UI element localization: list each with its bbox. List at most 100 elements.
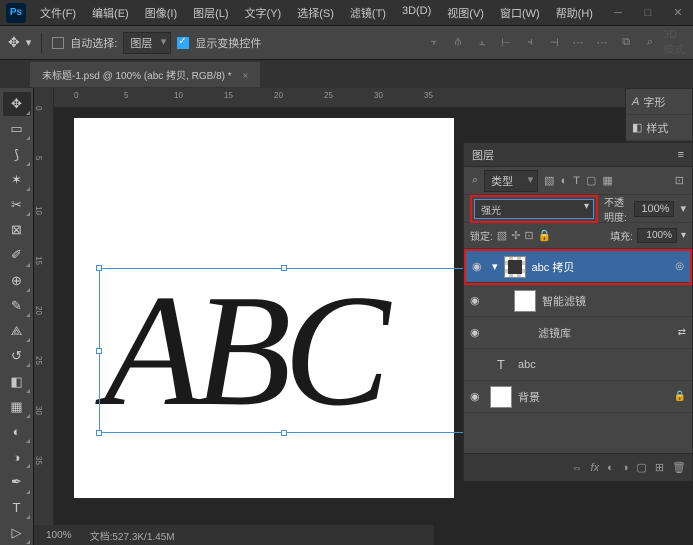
target-dropdown[interactable]: 图层 — [123, 32, 171, 54]
expand-icon[interactable]: ▾ — [492, 260, 498, 273]
show-transform-checkbox[interactable] — [177, 37, 189, 49]
styles-panel-tab[interactable]: ◧ 样式 — [626, 115, 692, 141]
layer-background[interactable]: ◉ 背景 🔒 — [464, 381, 692, 413]
lock-position-icon[interactable]: ✢ — [511, 229, 520, 242]
filter-shape-icon[interactable]: ▢ — [586, 174, 596, 187]
blur-tool[interactable]: ◐ — [3, 420, 31, 444]
close-button[interactable]: ✕ — [663, 0, 693, 26]
fill-dropdown-icon[interactable]: ▾ — [681, 230, 686, 241]
handle-n[interactable] — [281, 265, 287, 271]
layer-name[interactable]: abc 拷贝 — [532, 259, 575, 275]
menu-help[interactable]: 帮助(H) — [548, 5, 601, 21]
layer-thumbnail[interactable] — [490, 386, 512, 408]
zoom-level[interactable]: 100% — [46, 530, 72, 541]
more-icon[interactable]: ⋯ — [591, 32, 613, 54]
adjustment-layer-icon[interactable]: ◑ — [622, 462, 629, 474]
character-panel-tab[interactable]: A 字形 — [626, 89, 692, 115]
delete-layer-icon[interactable]: 🗑 — [672, 461, 686, 474]
search-icon[interactable]: ⌕ — [472, 174, 478, 187]
pen-tool[interactable]: ✒ — [3, 470, 31, 494]
menu-file[interactable]: 文件(F) — [32, 5, 84, 21]
maximize-button[interactable]: □ — [633, 0, 663, 26]
marquee-tool[interactable]: ▭ — [3, 117, 31, 141]
menu-image[interactable]: 图像(I) — [137, 5, 185, 21]
document-tab[interactable]: 未标题-1.psd @ 100% (abc 拷贝, RGB/8) * × — [30, 62, 260, 87]
filter-mask-thumbnail[interactable] — [514, 290, 536, 312]
filter-kind-dropdown[interactable]: 类型 — [484, 170, 538, 192]
link-layers-icon[interactable]: ⇔ — [572, 462, 583, 474]
menu-view[interactable]: 视图(V) — [439, 5, 492, 21]
visibility-icon[interactable]: ◉ — [470, 294, 484, 307]
filter-type-icon[interactable]: T — [573, 175, 580, 187]
type-tool[interactable]: T — [3, 496, 31, 520]
handle-w[interactable] — [96, 348, 102, 354]
lock-all-icon[interactable]: 🔒 — [538, 229, 552, 242]
brush-tool[interactable]: ✎ — [3, 294, 31, 318]
move-tool[interactable]: ✥ — [3, 92, 31, 116]
dropdown-icon[interactable]: ▾ — [26, 36, 32, 49]
minimize-button[interactable]: ─ — [603, 0, 633, 26]
align-hcenter-icon[interactable]: ⫞ — [519, 32, 541, 54]
dodge-tool[interactable]: ◑ — [3, 445, 31, 469]
new-layer-icon[interactable]: ⊞ — [655, 461, 664, 474]
filter-gallery-row[interactable]: ◉ 滤镜库 ⇄ — [464, 317, 692, 349]
opacity-value[interactable]: 100% — [634, 201, 674, 217]
layer-abc[interactable]: ◉ T abc — [464, 349, 692, 381]
layer-abc-copy[interactable]: ◉ ▾ abc 拷贝 ◎ — [466, 251, 690, 283]
history-brush-tool[interactable]: ↺ — [3, 344, 31, 368]
filter-smart-icon[interactable]: ▦ — [602, 174, 612, 187]
path-tool[interactable]: ▷ — [3, 521, 31, 545]
menu-3d[interactable]: 3D(D) — [394, 5, 439, 21]
align-left-icon[interactable]: ⊢ — [495, 32, 517, 54]
align-top-icon[interactable]: ⫟ — [423, 32, 445, 54]
handle-sw[interactable] — [96, 430, 102, 436]
align-vcenter-icon[interactable]: ⫛ — [447, 32, 469, 54]
menu-layer[interactable]: 图层(L) — [185, 5, 236, 21]
filter-options-icon[interactable]: ⇄ — [678, 327, 686, 338]
distribute-icon[interactable]: ⋯ — [567, 32, 589, 54]
layer-name[interactable]: abc — [518, 359, 536, 371]
healing-tool[interactable]: ⊕ — [3, 269, 31, 293]
menu-filter[interactable]: 滤镜(T) — [342, 5, 394, 21]
align-right-icon[interactable]: ⊣ — [543, 32, 565, 54]
filter-pixel-icon[interactable]: ▧ — [544, 174, 554, 187]
transform-box[interactable] — [99, 268, 469, 433]
menu-select[interactable]: 选择(S) — [289, 5, 342, 21]
layer-name[interactable]: 背景 — [518, 389, 540, 405]
visibility-icon[interactable]: ◉ — [472, 260, 486, 273]
menu-type[interactable]: 文字(Y) — [237, 5, 290, 21]
menu-window[interactable]: 窗口(W) — [492, 5, 548, 21]
filter-adjust-icon[interactable]: ◐ — [561, 175, 568, 187]
lasso-tool[interactable]: ⟆ — [3, 142, 31, 166]
eyedropper-tool[interactable]: ✐ — [3, 243, 31, 267]
frame-tool[interactable]: ⊠ — [3, 218, 31, 242]
gradient-tool[interactable]: ▦ — [3, 395, 31, 419]
lock-pixels-icon[interactable]: ▧ — [497, 229, 507, 242]
panel-menu-icon[interactable]: ≡ — [678, 149, 684, 161]
visibility-icon[interactable]: ◉ — [470, 326, 484, 339]
eraser-tool[interactable]: ◧ — [3, 369, 31, 393]
3d-mode-icon[interactable]: ⧉ — [615, 32, 637, 54]
group-icon[interactable]: ▢ — [636, 461, 646, 474]
layer-fx-icon[interactable]: fx — [591, 462, 600, 474]
filter-toggle-icon[interactable]: ⊡ — [675, 174, 684, 187]
search-icon[interactable]: ⌕ — [639, 32, 661, 54]
smart-filters-row[interactable]: ◉ 智能滤镜 — [464, 285, 692, 317]
layers-title[interactable]: 图层 — [472, 147, 494, 163]
doc-size[interactable]: 文档:527.3K/1.45M — [90, 528, 175, 543]
tab-close-icon[interactable]: × — [242, 71, 248, 82]
auto-select-checkbox[interactable] — [52, 37, 64, 49]
align-bottom-icon[interactable]: ⫠ — [471, 32, 493, 54]
menu-edit[interactable]: 编辑(E) — [84, 5, 137, 21]
layer-thumbnail[interactable] — [504, 256, 526, 278]
lock-artboard-icon[interactable]: ⊡ — [524, 229, 533, 242]
blend-mode-dropdown[interactable]: 强光 — [474, 199, 594, 219]
handle-s[interactable] — [281, 430, 287, 436]
canvas[interactable]: ABC — [74, 118, 454, 498]
layer-mask-icon[interactable]: ◐ — [607, 462, 614, 474]
stamp-tool[interactable]: ⟁ — [3, 319, 31, 343]
crop-tool[interactable]: ✂ — [3, 193, 31, 217]
opacity-dropdown-icon[interactable]: ▾ — [680, 202, 686, 215]
visibility-icon[interactable]: ◉ — [470, 390, 484, 403]
handle-nw[interactable] — [96, 265, 102, 271]
